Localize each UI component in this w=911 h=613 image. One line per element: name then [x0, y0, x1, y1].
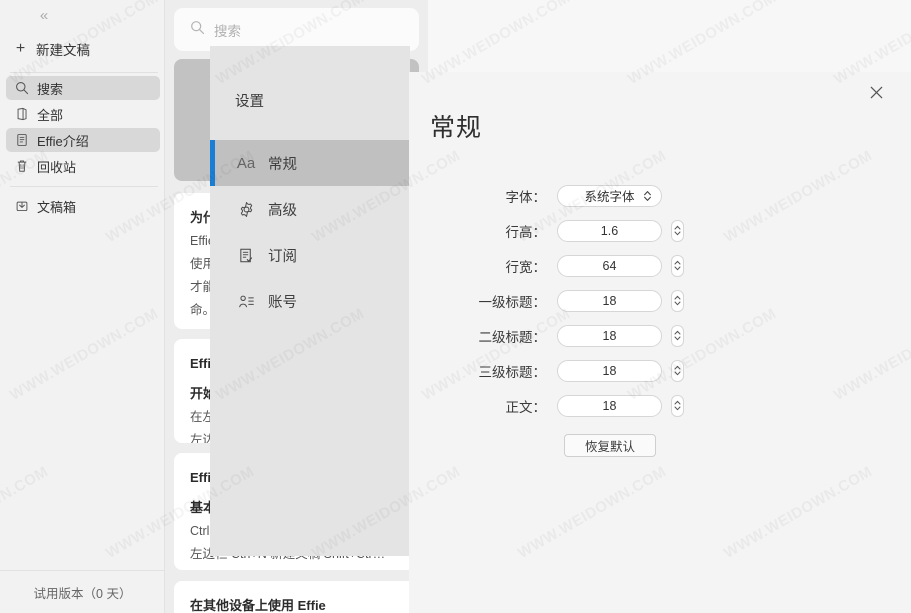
- field-row-heading-2: 二级标题： 18: [409, 318, 911, 353]
- field-row-font: 字体： 系统字体: [409, 178, 911, 213]
- account-icon: [237, 292, 255, 310]
- field-label: 一级标题：: [478, 294, 547, 310]
- sidebar-nav-secondary: 文稿箱: [6, 194, 160, 220]
- field-label: 二级标题：: [478, 329, 547, 345]
- aa-icon: Aa: [236, 154, 256, 172]
- line-height-stepper[interactable]: [671, 219, 684, 242]
- body-size-input[interactable]: 18: [557, 394, 662, 417]
- body-size-stepper[interactable]: [671, 394, 684, 417]
- doc-title: 在其他设备上使用 Effie: [190, 598, 326, 613]
- settings-title: 设置: [235, 94, 264, 110]
- trial-version-status[interactable]: 试用版本（0 天）: [0, 570, 165, 613]
- search-input[interactable]: 搜索: [174, 8, 419, 51]
- field-label: 字体：: [505, 189, 547, 205]
- page-title: 常规: [430, 114, 483, 142]
- settings-nav-item-account[interactable]: 账号: [210, 278, 410, 324]
- settings-nav-label: 常规: [268, 156, 297, 173]
- sidebar-nav-primary: 搜索 全部 Effie介绍 回收站: [6, 76, 160, 180]
- books-icon: [14, 107, 29, 122]
- field-label: 三级标题：: [478, 364, 547, 380]
- sidebar-item-trash[interactable]: 回收站: [6, 154, 160, 178]
- settings-nav-label: 高级: [268, 202, 297, 219]
- trial-version-label: 试用版本（0 天）: [33, 586, 132, 601]
- restore-defaults-row: 恢复默认: [409, 434, 911, 457]
- sidebar-item-all[interactable]: 全部: [6, 102, 160, 126]
- plus-icon: +: [15, 40, 26, 57]
- receipt-icon: [237, 246, 255, 264]
- trash-icon: [14, 159, 29, 174]
- sidebar-divider-1: [10, 72, 158, 73]
- field-label: 行宽：: [505, 259, 547, 275]
- doc-icon: [14, 133, 29, 148]
- list-item[interactable]: 在其他设备上使用 Effie: [174, 581, 419, 613]
- font-family-value: 系统字体: [584, 190, 635, 204]
- field-label: 正文：: [505, 399, 547, 415]
- settings-nav-item-subscription[interactable]: 订阅: [210, 232, 410, 278]
- font-family-select[interactable]: 系统字体: [557, 184, 662, 207]
- app-sidebar: « + 新建文稿 搜索 全部 Effie介绍 回收站 文稿箱 试用版本（0 天）: [0, 0, 165, 613]
- sidebar-item-label: 搜索: [37, 81, 64, 97]
- heading-2-size-stepper[interactable]: [671, 324, 684, 347]
- general-settings-form: 字体： 系统字体 行高： 1.6 行宽： 64 一级标题： 18 二级标题： 1…: [409, 178, 911, 457]
- search-icon: [14, 81, 29, 96]
- sidebar-item-search[interactable]: 搜索: [6, 76, 160, 100]
- settings-nav-panel: 设置 Aa 常规 高级 订阅 账号: [210, 46, 410, 556]
- heading-1-size-stepper[interactable]: [671, 289, 684, 312]
- settings-nav-label: 订阅: [268, 248, 297, 265]
- settings-content-panel: 常规 字体： 系统字体 行高： 1.6 行宽： 64 一级标题： 18 二级标题…: [409, 72, 911, 613]
- new-document-button[interactable]: + 新建文稿: [14, 36, 154, 62]
- settings-nav-item-general[interactable]: Aa 常规: [210, 140, 410, 186]
- line-width-stepper[interactable]: [671, 254, 684, 277]
- line-width-input[interactable]: 64: [557, 254, 662, 277]
- inbox-icon: [14, 199, 29, 214]
- sidebar-item-label: 全部: [37, 107, 64, 123]
- line-height-input[interactable]: 1.6: [557, 219, 662, 242]
- gear-icon: [237, 200, 255, 218]
- sidebar-item-inbox[interactable]: 文稿箱: [6, 194, 160, 218]
- settings-nav-label: 账号: [268, 294, 297, 311]
- close-icon[interactable]: [865, 81, 887, 103]
- chevron-updown-icon: [643, 189, 652, 202]
- heading-3-size-stepper[interactable]: [671, 359, 684, 382]
- new-document-label: 新建文稿: [36, 43, 90, 58]
- field-row-heading-1: 一级标题： 18: [409, 283, 911, 318]
- settings-nav-list: Aa 常规 高级 订阅 账号: [210, 140, 410, 324]
- field-row-body: 正文： 18: [409, 388, 911, 423]
- sidebar-item-label: Effie介绍: [37, 133, 89, 149]
- search-placeholder: 搜索: [214, 23, 241, 39]
- search-icon: [190, 20, 205, 40]
- field-row-line-height: 行高： 1.6: [409, 213, 911, 248]
- settings-nav-item-advanced[interactable]: 高级: [210, 186, 410, 232]
- field-label: 行高：: [505, 224, 547, 240]
- sidebar-item-effie-intro[interactable]: Effie介绍: [6, 128, 160, 152]
- field-row-line-width: 行宽： 64: [409, 248, 911, 283]
- heading-2-size-input[interactable]: 18: [557, 324, 662, 347]
- heading-3-size-input[interactable]: 18: [557, 359, 662, 382]
- sidebar-divider-2: [10, 186, 158, 187]
- sidebar-item-label: 回收站: [37, 159, 77, 175]
- app-window: « + 新建文稿 搜索 全部 Effie介绍 回收站 文稿箱 试用版本（0 天）…: [0, 0, 911, 613]
- sidebar-item-label: 文稿箱: [37, 199, 77, 215]
- restore-defaults-button[interactable]: 恢复默认: [564, 434, 656, 457]
- field-row-heading-3: 三级标题： 18: [409, 353, 911, 388]
- heading-1-size-input[interactable]: 18: [557, 289, 662, 312]
- collapse-sidebar-icon[interactable]: «: [33, 6, 55, 26]
